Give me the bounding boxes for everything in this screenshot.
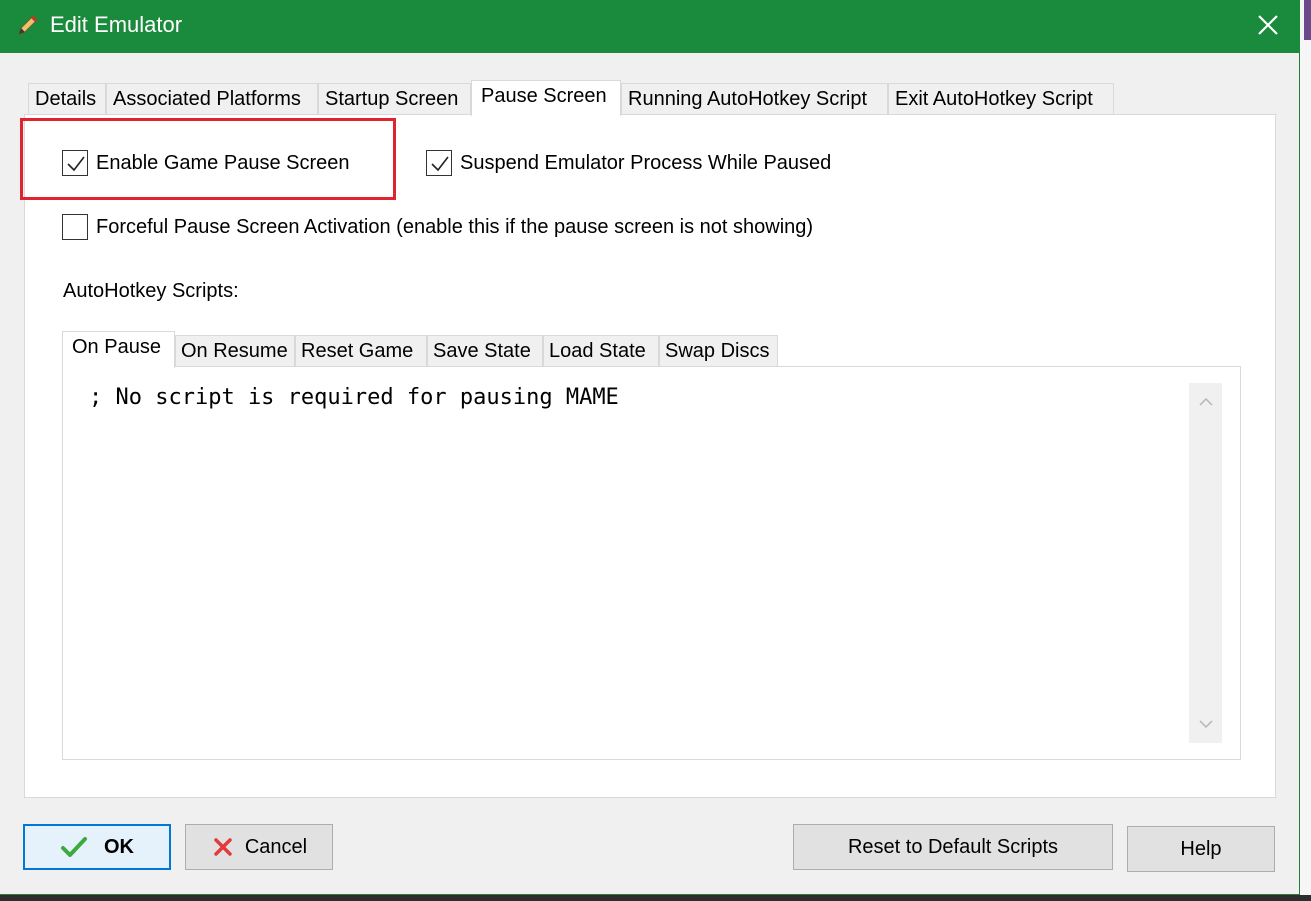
- enable-pause-option[interactable]: Enable Game Pause Screen: [62, 150, 350, 176]
- tab-label: On Pause: [72, 336, 161, 358]
- close-icon[interactable]: [1248, 8, 1288, 44]
- tab-label: Associated Platforms: [113, 88, 301, 110]
- ok-button[interactable]: OK: [23, 824, 171, 870]
- tab-associated-platforms[interactable]: Associated Platforms: [106, 83, 318, 115]
- forceful-activation-checkbox[interactable]: [62, 214, 88, 240]
- enable-pause-checkbox[interactable]: [62, 150, 88, 176]
- vertical-scrollbar[interactable]: [1189, 383, 1222, 743]
- forceful-activation-label: Forceful Pause Screen Activation (enable…: [96, 215, 814, 238]
- autohotkey-scripts-label: AutoHotkey Scripts:: [63, 280, 239, 302]
- tab-label: Running AutoHotkey Script: [628, 88, 868, 110]
- reset-label: Reset to Default Scripts: [847, 835, 1059, 858]
- window-title: Edit Emulator: [50, 12, 183, 37]
- title-bar: Edit Emulator: [0, 0, 1300, 53]
- tab-reset-game[interactable]: Reset Game: [295, 335, 427, 367]
- tab-label: Reset Game: [301, 340, 414, 362]
- background-taskbar-edge: [0, 895, 1311, 901]
- help-button[interactable]: Help: [1127, 826, 1275, 872]
- tab-label: Details: [35, 88, 97, 110]
- cancel-button[interactable]: Cancel: [185, 824, 333, 870]
- x-icon: [214, 838, 232, 856]
- tab-running-autohotkey-script[interactable]: Running AutoHotkey Script: [621, 83, 888, 115]
- chevron-down-icon[interactable]: [1197, 717, 1215, 731]
- tab-label: Save State: [433, 340, 531, 362]
- enable-pause-label: Enable Game Pause Screen: [96, 151, 350, 174]
- tab-exit-autohotkey-script[interactable]: Exit AutoHotkey Script: [888, 83, 1114, 115]
- tab-on-resume[interactable]: On Resume: [175, 335, 295, 367]
- forceful-activation-option[interactable]: Forceful Pause Screen Activation (enable…: [62, 214, 813, 240]
- tab-startup-screen[interactable]: Startup Screen: [318, 83, 471, 115]
- edit-emulator-dialog: Edit Emulator Details Associated Platfor…: [0, 0, 1300, 895]
- suspend-process-label: Suspend Emulator Process While Paused: [460, 151, 832, 174]
- tab-on-pause[interactable]: On Pause: [62, 331, 175, 368]
- script-editor[interactable]: ; No script is required for pausing MAME: [62, 366, 1241, 760]
- checkmark-icon: [431, 156, 449, 172]
- script-content[interactable]: ; No script is required for pausing MAME: [89, 385, 619, 410]
- tab-load-state[interactable]: Load State: [543, 335, 659, 367]
- cancel-label: Cancel: [244, 835, 308, 858]
- tab-pause-screen[interactable]: Pause Screen: [471, 80, 621, 116]
- help-label: Help: [1180, 837, 1222, 860]
- suspend-process-checkbox[interactable]: [426, 150, 452, 176]
- tab-label: Exit AutoHotkey Script: [895, 88, 1093, 110]
- tab-label: Pause Screen: [481, 85, 607, 107]
- checkmark-icon: [67, 156, 85, 172]
- ok-label: OK: [104, 835, 134, 858]
- suspend-process-option[interactable]: Suspend Emulator Process While Paused: [426, 150, 831, 176]
- tab-swap-discs[interactable]: Swap Discs: [659, 335, 778, 367]
- checkmark-icon: [61, 837, 87, 857]
- tab-label: Swap Discs: [665, 340, 770, 362]
- tab-label: Load State: [549, 340, 646, 362]
- reset-default-scripts-button[interactable]: Reset to Default Scripts: [793, 824, 1113, 870]
- chevron-up-icon[interactable]: [1197, 395, 1215, 409]
- background-window-edge: [1300, 0, 1311, 901]
- tab-save-state[interactable]: Save State: [427, 335, 543, 367]
- pencil-icon: [18, 15, 38, 35]
- tab-label: Startup Screen: [325, 88, 459, 110]
- tab-details[interactable]: Details: [28, 83, 106, 115]
- tab-label: On Resume: [181, 340, 288, 362]
